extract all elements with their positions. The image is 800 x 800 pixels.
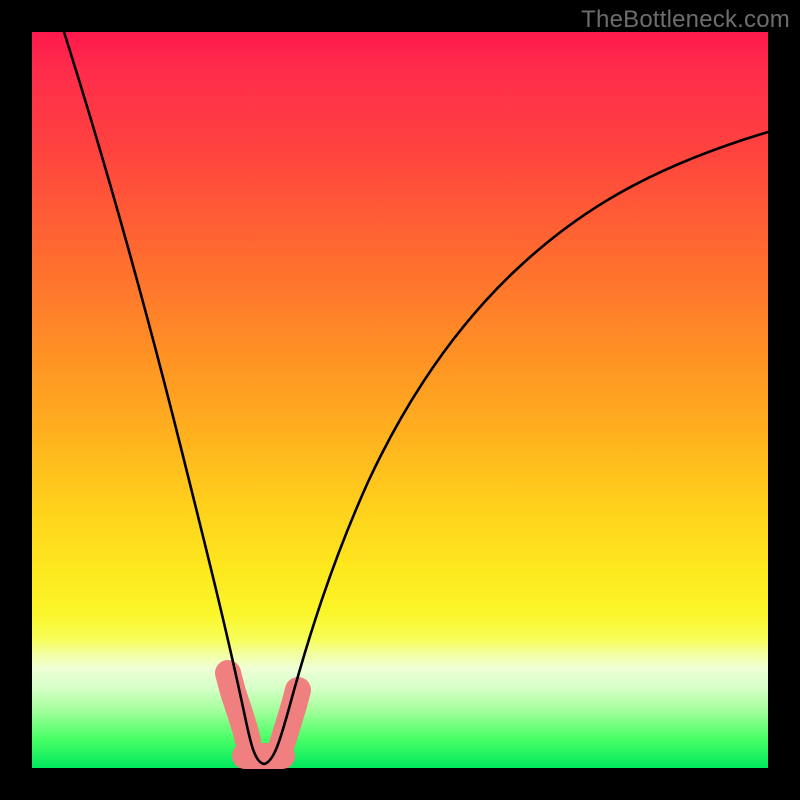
chart-frame: TheBottleneck.com xyxy=(0,0,800,800)
watermark-text: TheBottleneck.com xyxy=(581,6,790,34)
highlight-segment-right xyxy=(282,690,298,744)
chart-svg xyxy=(32,32,768,768)
chart-plot-area xyxy=(32,32,768,768)
bottleneck-curve xyxy=(64,32,768,764)
